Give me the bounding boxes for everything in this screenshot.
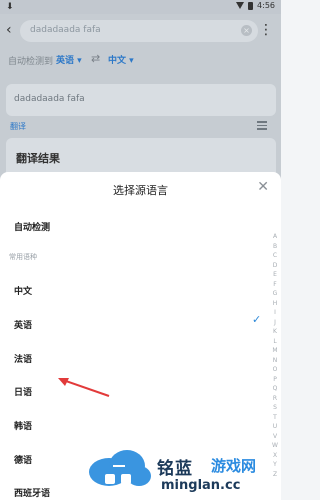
section-label-common: 常用语种 xyxy=(9,253,37,261)
status-time: 4:56 xyxy=(257,1,275,10)
alphabet-letter[interactable]: M xyxy=(270,346,280,356)
check-icon: ✓ xyxy=(252,313,262,326)
source-language-sheet: 选择源语言 ✕ 自动检测 常用语种 中文 英语 ✓ 法语 日语 韩语 德语 西班… xyxy=(0,172,281,500)
alphabet-letter[interactable]: G xyxy=(270,289,280,299)
top-bar: ‹ dadadaada fafa × ⋮ xyxy=(0,18,281,42)
red-arrow-annotation xyxy=(58,378,110,397)
target-language-select[interactable]: 中文 ▾ xyxy=(108,53,134,66)
language-item-auto[interactable]: 自动检测 xyxy=(14,220,50,233)
language-item[interactable]: 韩语 xyxy=(14,419,32,432)
language-item[interactable]: 英语 xyxy=(14,318,32,331)
source-language-label: 英语 xyxy=(56,56,75,66)
battery-icon xyxy=(248,1,254,10)
alphabet-letter[interactable]: C xyxy=(270,251,280,261)
alphabet-letter[interactable]: T xyxy=(270,413,280,423)
more-icon[interactable]: ⋮ xyxy=(259,22,273,38)
back-icon[interactable]: ‹ xyxy=(6,22,12,38)
status-bar: ⬇ 4:56 xyxy=(0,0,281,14)
alphabet-letter[interactable]: J xyxy=(270,318,280,328)
swap-icon[interactable]: ⇄ xyxy=(91,52,100,65)
translate-link[interactable]: 翻译 xyxy=(10,121,26,132)
language-item[interactable]: 日语 xyxy=(14,385,32,398)
list-icon[interactable] xyxy=(257,121,267,132)
alphabet-letter[interactable]: F xyxy=(270,280,280,290)
sheet-title: 选择源语言 xyxy=(113,184,168,197)
alphabet-letter[interactable]: B xyxy=(270,242,280,252)
clear-icon[interactable]: × xyxy=(241,25,252,36)
alphabet-letter[interactable]: E xyxy=(270,270,280,280)
watermark-url: minglan.cc xyxy=(161,478,241,493)
target-language-label: 中文 xyxy=(108,56,127,66)
language-item[interactable]: 西班牙语 xyxy=(14,486,50,499)
alphabet-letter[interactable]: R xyxy=(270,394,280,404)
alphabet-letter[interactable]: P xyxy=(270,375,280,385)
alphabet-letter[interactable]: O xyxy=(270,365,280,375)
search-text: dadadaada fafa xyxy=(30,25,101,35)
auto-detect-label: 自动检测到 xyxy=(8,57,54,67)
cloud-logo-icon xyxy=(89,450,151,486)
source-language-select[interactable]: 英语 ▾ xyxy=(56,53,82,66)
alphabet-letter[interactable]: K xyxy=(270,327,280,337)
input-text: dadadaada fafa xyxy=(14,94,85,104)
language-item[interactable]: 法语 xyxy=(14,352,32,365)
watermark-text-2: 游戏网 xyxy=(211,457,257,475)
watermark: 铭蓝 游戏网 minglan.cc xyxy=(85,424,281,500)
input-card[interactable]: dadadaada fafa xyxy=(6,84,276,116)
result-title: 翻译结果 xyxy=(16,152,60,165)
search-input[interactable]: dadadaada fafa × xyxy=(20,20,258,42)
translator-main-area: ‹ dadadaada fafa × ⋮ 自动检测到 英语 ▾ ⇄ 中文 ▾ d… xyxy=(0,14,281,184)
download-icon: ⬇ xyxy=(6,2,14,12)
alphabet-letter[interactable]: A xyxy=(270,232,280,242)
wifi-icon xyxy=(236,2,245,9)
close-icon[interactable]: ✕ xyxy=(257,179,269,195)
alphabet-letter[interactable]: S xyxy=(270,403,280,413)
alphabet-letter[interactable]: H xyxy=(270,299,280,309)
alphabet-letter[interactable]: I xyxy=(270,308,280,318)
watermark-text: 铭蓝 xyxy=(157,459,193,479)
alphabet-letter[interactable]: Q xyxy=(270,384,280,394)
language-bar: 自动检测到 英语 ▾ ⇄ 中文 ▾ xyxy=(0,50,281,68)
language-item[interactable]: 中文 xyxy=(14,284,32,297)
alphabet-letter[interactable]: D xyxy=(270,261,280,271)
alphabet-letter[interactable]: L xyxy=(270,337,280,347)
alphabet-letter[interactable]: N xyxy=(270,356,280,366)
language-item[interactable]: 德语 xyxy=(14,453,32,466)
